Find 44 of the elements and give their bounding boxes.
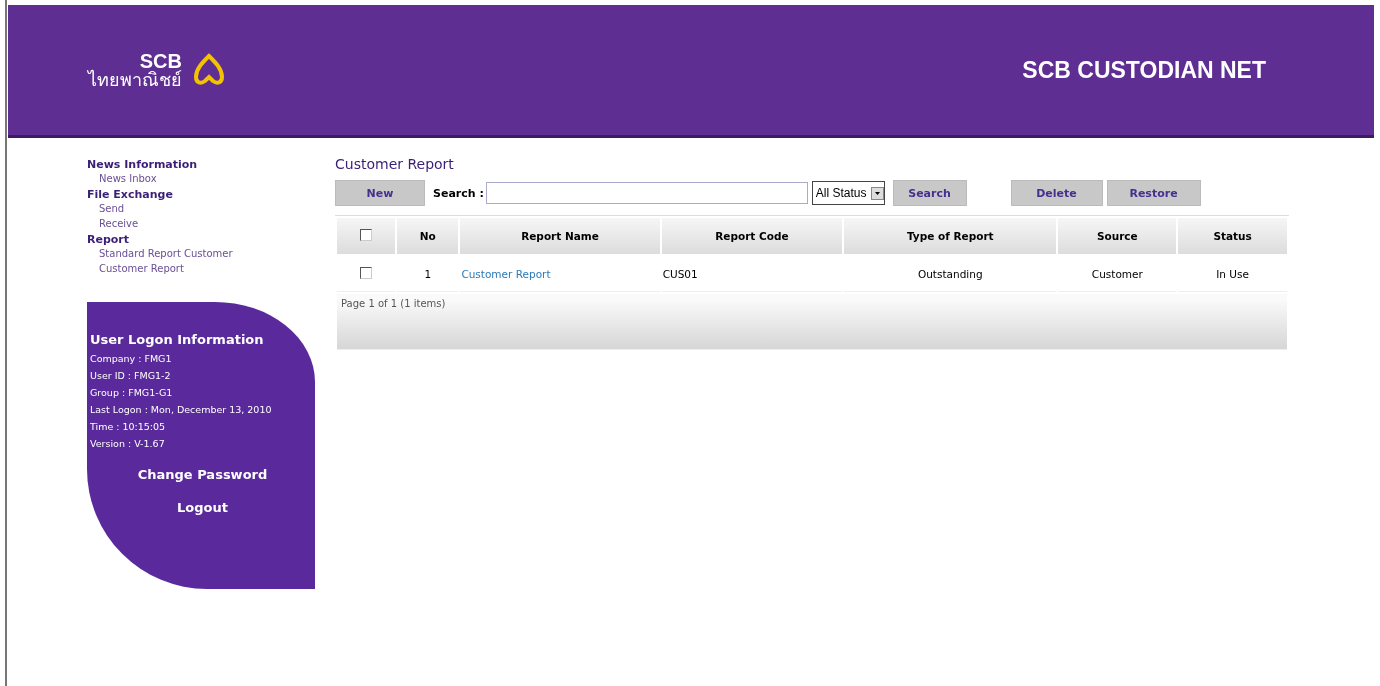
logon-link[interactable]: Logout: [90, 500, 315, 515]
table-cell: Customer: [1058, 256, 1177, 292]
table-cell: CUS01: [661, 256, 843, 292]
nav-item[interactable]: Standard Report Customer: [87, 248, 332, 259]
column-header[interactable]: Type of Report: [844, 218, 1057, 254]
nav-item[interactable]: Customer Report: [87, 263, 332, 274]
nav-section[interactable]: Report: [87, 233, 332, 246]
logon-info: Last Logon : Mon, December 13, 2010: [90, 404, 273, 415]
column-header[interactable]: No: [397, 218, 459, 254]
logon-info: User ID : FMG1-2: [90, 370, 172, 381]
table-cell: 1: [397, 256, 459, 292]
page-title: Customer Report: [335, 156, 455, 172]
nav-item[interactable]: Receive: [87, 218, 332, 229]
column-header[interactable]: Source: [1058, 218, 1177, 254]
row-checkbox[interactable]: [360, 266, 373, 279]
delete-button[interactable]: Delete: [1010, 180, 1103, 206]
status-dropdown[interactable]: All Status: [811, 181, 885, 205]
nav-section[interactable]: News Information: [87, 158, 332, 171]
search-label: Search :: [433, 186, 484, 200]
new-button[interactable]: New: [335, 180, 425, 206]
report-link[interactable]: Customer Report: [460, 256, 660, 292]
search-button[interactable]: Search: [892, 180, 967, 206]
table-cell: In Use: [1178, 256, 1287, 292]
logon-title: User Logon Information: [90, 332, 265, 347]
select-all-checkbox[interactable]: [360, 229, 373, 241]
app-title: SCB CUSTODIAN NET: [1022, 56, 1266, 84]
pager-text: Page 1 of 1 (1 items): [337, 294, 1287, 350]
logo-icon: [192, 53, 226, 87]
logo-text: SCB: [139, 51, 182, 71]
column-header[interactable]: Report Name: [460, 218, 660, 254]
logon-link[interactable]: Change Password: [90, 467, 315, 482]
nav-item[interactable]: News Inbox: [87, 173, 332, 184]
logon-info: Group : FMG1-G1: [90, 387, 174, 398]
column-header[interactable]: Status: [1178, 218, 1287, 254]
restore-button[interactable]: Restore: [1106, 180, 1201, 206]
search-field[interactable]: [485, 182, 808, 204]
logon-info: Company : FMG1: [90, 353, 173, 364]
table-cell: Outstanding: [844, 256, 1057, 292]
nav-item[interactable]: Send: [87, 203, 332, 214]
nav-section[interactable]: File Exchange: [87, 188, 332, 201]
logon-info: Time : 10:15:05: [90, 421, 167, 432]
column-header[interactable]: Report Code: [661, 218, 843, 254]
logon-info: Version : V-1.67: [90, 438, 166, 449]
logo-thai-text: ไทยพาณิชย์: [88, 71, 182, 89]
